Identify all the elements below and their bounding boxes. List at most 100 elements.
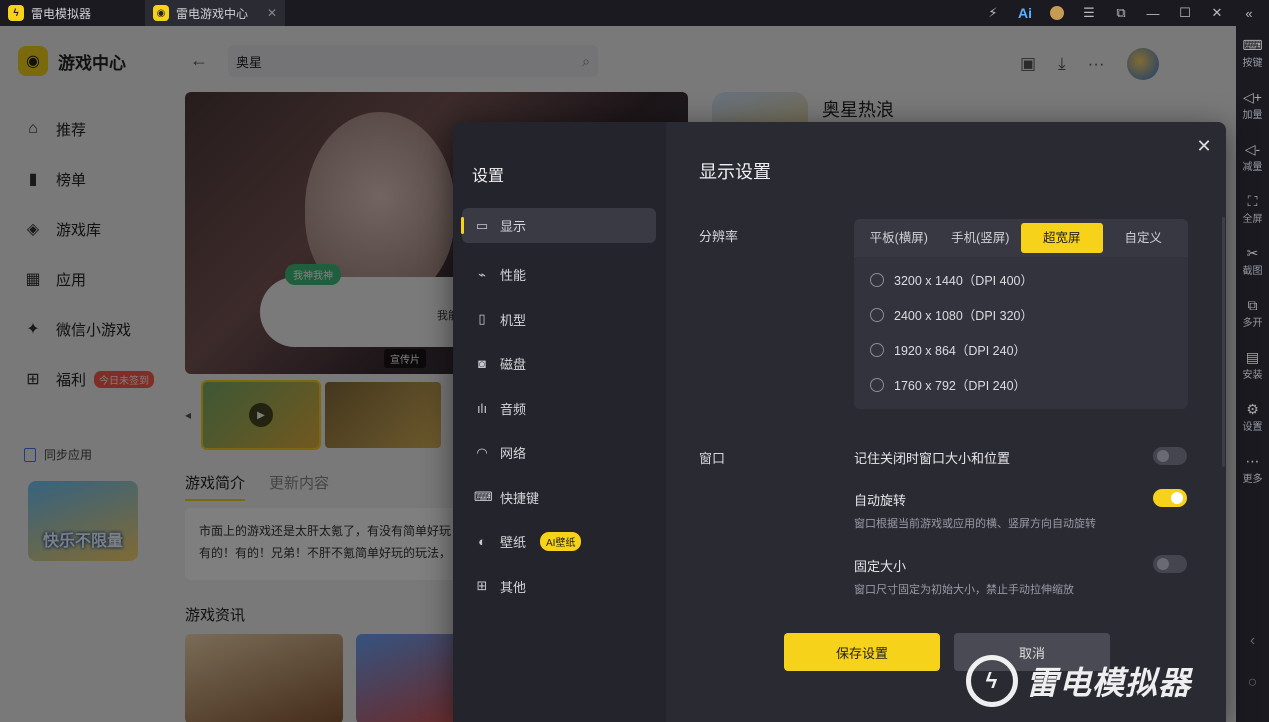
- tab-game-center[interactable]: ◉ 雷电游戏中心 ✕: [145, 0, 285, 26]
- ai-icon[interactable]: Ai: [1009, 0, 1041, 26]
- game-center-logo-icon: ◉: [153, 5, 169, 21]
- toolbar-fullscreen[interactable]: ⛶ 全屏: [1243, 192, 1263, 244]
- toolbar-label: 设置: [1242, 422, 1263, 433]
- window-label: 窗口: [699, 451, 726, 466]
- settings-item-disk[interactable]: ◙ 磁盘: [462, 342, 656, 387]
- resolution-label: 分辨率: [699, 229, 739, 244]
- volume-down-icon: ◁-: [1244, 141, 1261, 157]
- tab-emulator[interactable]: ϟ 雷电模拟器: [0, 0, 145, 26]
- mode-custom[interactable]: 自定义: [1103, 223, 1185, 253]
- settings-item-label: 音频: [500, 401, 527, 417]
- toggle-knob: [1157, 450, 1169, 462]
- save-settings-button[interactable]: 保存设置: [784, 633, 940, 671]
- install-icon: ▤: [1245, 349, 1260, 365]
- remember-window-toggle[interactable]: [1153, 447, 1187, 465]
- radio-button[interactable]: [870, 272, 884, 287]
- toolbar-nav: ‹ ○: [1248, 632, 1258, 722]
- restore-window-icon[interactable]: ⧉: [1105, 0, 1137, 26]
- tab-label: 雷电模拟器: [31, 6, 92, 21]
- grid-icon: ⊞: [476, 578, 488, 594]
- toggle-knob: [1171, 492, 1183, 504]
- toolbar-volume-up[interactable]: ◁+ 加量: [1243, 88, 1263, 140]
- settings-item-network[interactable]: ◠ 网络: [462, 431, 656, 476]
- toolbar-label: 安装: [1242, 370, 1263, 381]
- close-icon[interactable]: ✕: [1192, 134, 1216, 158]
- auto-rotate-description: 窗口根据当前游戏或应用的横、竖屏方向自动旋转: [854, 518, 1096, 530]
- brand-watermark: ϟ 雷电模拟器: [966, 655, 1191, 707]
- settings-item-display[interactable]: ▭ 显示: [461, 208, 656, 243]
- user-avatar-small-icon[interactable]: [1041, 0, 1073, 26]
- mode-ultrawide[interactable]: 超宽屏: [1021, 223, 1103, 253]
- remember-window-label: 记住关闭时窗口大小和位置: [854, 451, 1011, 466]
- toolbar-label: 按键: [1242, 58, 1263, 69]
- radio-button[interactable]: [870, 307, 884, 322]
- toolbar-volume-down[interactable]: ◁- 减量: [1243, 140, 1263, 192]
- radio-button[interactable]: [870, 377, 884, 392]
- toolbar-label: 截图: [1242, 266, 1263, 277]
- disk-icon: ◙: [478, 356, 486, 372]
- collapse-toolbar-icon[interactable]: «: [1233, 0, 1265, 26]
- settings-sidebar: 设置 ▭ 显示 ⌁ 性能 ▯ 机型 ◙ 磁盘 ılı 音频 ◠ 网络 ⌨ 快捷键…: [453, 122, 666, 722]
- toolbar-install[interactable]: ▤ 安装: [1243, 348, 1263, 400]
- settings-item-label: 磁盘: [500, 357, 527, 373]
- toolbar-label: 加量: [1242, 110, 1263, 121]
- settings-item-label: 快捷键: [500, 490, 540, 506]
- panel-heading: 显示设置: [699, 162, 771, 182]
- resolution-option[interactable]: 2400 x 1080（DPI 320）: [854, 297, 1188, 332]
- settings-item-label: 壁纸: [500, 535, 527, 551]
- gear-icon: ⚙: [1246, 401, 1259, 417]
- fixed-size-toggle[interactable]: [1153, 555, 1187, 573]
- home-circle-icon[interactable]: ○: [1248, 674, 1258, 692]
- minimize-icon[interactable]: —: [1137, 0, 1169, 26]
- monitor-icon: ▭: [475, 217, 489, 233]
- close-tab-icon[interactable]: ✕: [267, 6, 277, 20]
- settings-item-label: 其他: [500, 579, 527, 595]
- settings-panel: ✕ 显示设置 分辨率 平板(横屏) 手机(竖屏) 超宽屏 自定义 3200 x …: [666, 122, 1226, 722]
- emulator-logo-icon: ϟ: [8, 5, 24, 21]
- volume-up-icon: ◁+: [1243, 89, 1262, 105]
- settings-menu: ▭ 显示 ⌁ 性能 ▯ 机型 ◙ 磁盘 ılı 音频 ◠ 网络 ⌨ 快捷键 ◐ …: [461, 208, 656, 609]
- scissors-icon: ✂: [1246, 245, 1259, 261]
- settings-item-shortcuts[interactable]: ⌨ 快捷键: [462, 475, 656, 520]
- toolbar-screenshot[interactable]: ✂ 截图: [1243, 244, 1263, 296]
- settings-item-label: 性能: [500, 268, 527, 284]
- toolbar-more[interactable]: ⋯ 更多: [1243, 452, 1263, 504]
- toolbar-keymap[interactable]: ⌨ 按键: [1242, 36, 1262, 88]
- auto-rotate-toggle[interactable]: [1153, 489, 1187, 507]
- mode-phone[interactable]: 手机(竖屏): [940, 223, 1022, 253]
- resolution-option[interactable]: 1760 x 792（DPI 240）: [854, 367, 1188, 402]
- panel-scrollbar[interactable]: [1222, 217, 1225, 467]
- boost-icon[interactable]: ⚡: [977, 0, 1009, 26]
- settings-item-performance[interactable]: ⌁ 性能: [462, 253, 656, 298]
- toolbar-label: 全屏: [1242, 214, 1263, 225]
- resolution-option-label: 2400 x 1080（DPI 320）: [894, 309, 1033, 323]
- toolbar-settings[interactable]: ⚙ 设置: [1243, 400, 1263, 452]
- mode-tablet[interactable]: 平板(横屏): [858, 223, 940, 253]
- fullscreen-icon: ⛶: [1247, 193, 1258, 209]
- resolution-option[interactable]: 3200 x 1440（DPI 400）: [854, 262, 1188, 297]
- resolution-option-label: 1760 x 792（DPI 240）: [894, 379, 1027, 393]
- settings-item-model[interactable]: ▯ 机型: [462, 297, 656, 342]
- toolbar-label: 更多: [1242, 474, 1263, 485]
- resolution-option[interactable]: 1920 x 864（DPI 240）: [854, 332, 1188, 367]
- settings-item-audio[interactable]: ılı 音频: [462, 386, 656, 431]
- settings-item-wallpaper[interactable]: ◐ 壁纸 AI壁纸: [462, 520, 656, 565]
- toolbar-multi[interactable]: ⧉ 多开: [1243, 296, 1263, 348]
- radio-button[interactable]: [870, 342, 884, 357]
- fixed-size-description: 窗口尺寸固定为初始大小，禁止手动拉伸缩放: [854, 584, 1074, 596]
- menu-icon[interactable]: ☰: [1073, 0, 1105, 26]
- close-window-icon[interactable]: ✕: [1201, 0, 1233, 26]
- maximize-icon[interactable]: ☐: [1169, 0, 1201, 26]
- resolution-option-label: 1920 x 864（DPI 240）: [894, 344, 1027, 358]
- title-bar: ϟ 雷电模拟器 ◉ 雷电游戏中心 ✕ ⚡ Ai ☰ ⧉ — ☐ ✕ «: [0, 0, 1269, 26]
- settings-item-label: 机型: [500, 312, 527, 328]
- settings-title: 设置: [472, 168, 505, 185]
- audio-icon: ılı: [476, 400, 488, 416]
- keyboard-icon: ⌨: [1242, 37, 1263, 53]
- settings-item-other[interactable]: ⊞ 其他: [462, 564, 656, 609]
- resolution-options: 3200 x 1440（DPI 400） 2400 x 1080（DPI 320…: [854, 257, 1188, 402]
- keyboard-icon: ⌨: [474, 489, 493, 505]
- back-icon[interactable]: ‹: [1250, 632, 1255, 650]
- palette-icon: ◐: [478, 534, 486, 550]
- fixed-size-label: 固定大小: [854, 559, 907, 574]
